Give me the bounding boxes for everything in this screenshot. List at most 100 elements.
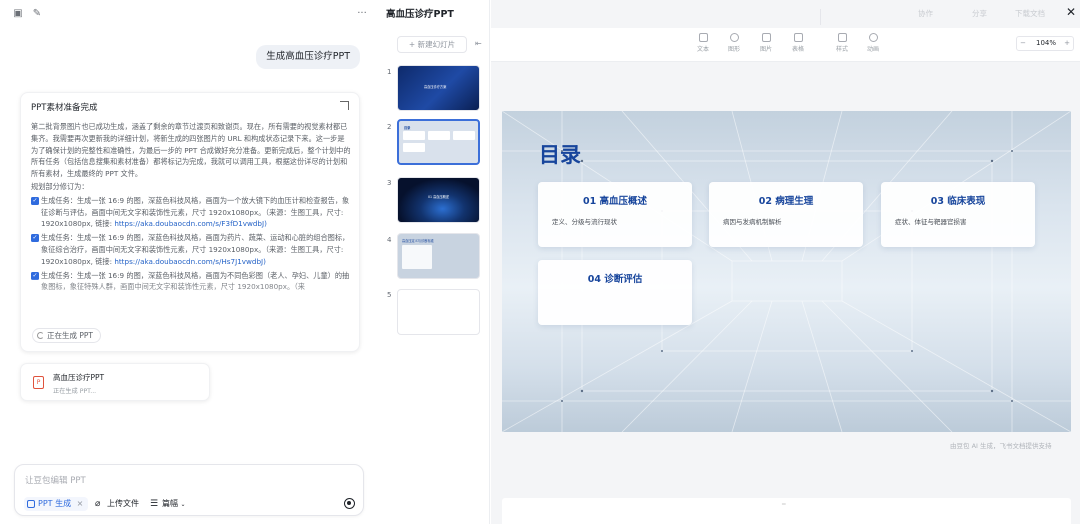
slide-number: 1 bbox=[387, 68, 392, 76]
toolbar-text-button[interactable]: 文本 bbox=[688, 31, 718, 53]
toolbar-label: 图片 bbox=[759, 46, 772, 53]
plan-label: 规划部分修订为： bbox=[31, 181, 89, 191]
toc-card-title: 03 临床表现 bbox=[930, 196, 986, 207]
thumb-title: 目录 bbox=[404, 126, 411, 130]
toolbar-label: 样式 bbox=[835, 46, 848, 53]
editor-toolbar: 文本 图形 图片 表格 样式 动画 bbox=[491, 28, 1080, 62]
shape-icon bbox=[729, 33, 739, 42]
toolbar-table-button[interactable]: 表格 bbox=[783, 31, 813, 53]
toolbar-divider bbox=[820, 9, 821, 25]
toc-card-title: 01 高血压概述 bbox=[582, 196, 648, 207]
more-icon[interactable]: ··· bbox=[356, 8, 368, 20]
next-slide-canvas[interactable]: ═ bbox=[502, 498, 1071, 524]
slide-thumbnail-2[interactable]: 目录 bbox=[397, 119, 480, 165]
thumb-title: 01 高血压概述 bbox=[428, 195, 450, 199]
new-chat-icon[interactable]: ✎ bbox=[31, 8, 43, 20]
status-card: PPT素材准备完成 第二批背景图片也已成功生成，涵盖了剩余的章节过渡页和致谢页。… bbox=[20, 92, 360, 352]
slide-thumbnail-3[interactable]: 01 高血压概述 bbox=[397, 177, 480, 223]
task-link[interactable]: https://aka.doubaocdn.com/s/F3fD1vwdbJ) bbox=[114, 219, 267, 228]
zoom-out-button[interactable]: − bbox=[1017, 37, 1029, 50]
zoom-level[interactable]: 104% bbox=[1031, 37, 1061, 50]
slide-heading[interactable]: 目录 bbox=[539, 139, 581, 169]
spinner-icon bbox=[37, 332, 44, 339]
slide-thumbnail-5[interactable] bbox=[397, 289, 480, 335]
document-title: 高血压诊疗PPT bbox=[386, 9, 454, 20]
toc-card-title: 02 病理生理 bbox=[758, 196, 814, 207]
toolbar-label: 表格 bbox=[791, 46, 804, 53]
slide-canvas[interactable]: 目录 01 高血压概述 定义、分级与流行现状 02 病理生理 病因与发病机制解析… bbox=[502, 111, 1071, 432]
sidebar-toggle-icon[interactable]: ▣ bbox=[12, 8, 24, 20]
toolbar-shape-button[interactable]: 图形 bbox=[719, 31, 749, 53]
slide-thumbnail-4[interactable]: 高血压定义与诊断标准 bbox=[397, 233, 480, 279]
toc-card-desc: 症状、体征与靶器官损害 bbox=[895, 218, 967, 226]
task-item: ✓ 生成任务：生成一张 16:9 的图，深蓝色科技风格，画面为一个放大镜下的血压… bbox=[31, 195, 351, 230]
thumb-card bbox=[403, 131, 425, 140]
length-dropdown[interactable]: ☰ 篇幅 ⌄ bbox=[150, 497, 186, 511]
paperclip-icon: ⌀ bbox=[95, 499, 101, 509]
drag-handle-icon[interactable]: ═ bbox=[782, 501, 786, 508]
slide-number: 3 bbox=[387, 179, 392, 187]
chat-input[interactable]: 让豆包编辑 PPT bbox=[25, 474, 86, 486]
toc-card-desc: 定义、分级与流行现状 bbox=[552, 218, 617, 226]
slide-number: 5 bbox=[387, 291, 392, 299]
layout-icon: ☰ bbox=[150, 499, 159, 509]
file-name: 高血压诊疗PPT bbox=[53, 373, 105, 382]
task-item: ✓ 生成任务：生成一张 16:9 的图，深蓝色科技风格，画面为药片、蔬菜、运动和… bbox=[31, 232, 351, 267]
chat-panel: ▣ ✎ ··· 生成高血压诊疗PPT PPT素材准备完成 第二批背景图片也已成功… bbox=[0, 0, 378, 524]
toolbar-label: 图形 bbox=[727, 46, 740, 53]
chat-input-box[interactable]: 让豆包编辑 PPT PPT 生成 × ⌀ 上传文件 ☰ 篇幅 ⌄ bbox=[14, 464, 364, 516]
toc-card[interactable]: 01 高血压概述 定义、分级与流行现状 bbox=[538, 182, 692, 247]
expand-icon[interactable] bbox=[340, 101, 349, 110]
chevron-down-icon: ⌄ bbox=[180, 501, 186, 508]
image-icon bbox=[761, 33, 771, 42]
ppt-file-icon: P bbox=[33, 376, 44, 389]
slide-thumbnail-1[interactable]: 高血压诊疗方案 bbox=[397, 65, 480, 111]
collapse-panel-icon[interactable]: ⇤ bbox=[475, 39, 482, 48]
file-status: 正在生成 PPT... bbox=[53, 388, 97, 395]
thumb-card bbox=[453, 131, 475, 140]
ppt-icon bbox=[27, 500, 35, 508]
slide-number: 2 bbox=[387, 123, 392, 131]
animation-icon bbox=[868, 33, 878, 42]
toolbar-animation-button[interactable]: 动画 bbox=[858, 31, 888, 53]
toc-card[interactable]: 04 诊断评估 bbox=[538, 260, 692, 325]
toolbar-image-button[interactable]: 图片 bbox=[751, 31, 781, 53]
chip-close-icon[interactable]: × bbox=[77, 499, 84, 508]
close-icon[interactable]: ✕ bbox=[1066, 5, 1076, 19]
upload-label: 上传文件 bbox=[107, 499, 139, 508]
generating-status[interactable]: 正在生成 PPT bbox=[32, 328, 102, 343]
status-card-body: 第二批背景图片也已成功生成，涵盖了剩余的章节过渡页和致谢页。现在，所有需要的视觉… bbox=[31, 121, 351, 293]
toolbar-label: 文本 bbox=[696, 46, 709, 53]
toc-card-title: 04 诊断评估 bbox=[587, 274, 643, 285]
thumb-title: 高血压诊疗方案 bbox=[424, 85, 447, 89]
download-button[interactable]: 下载文档 bbox=[1015, 8, 1045, 19]
status-paragraph: 第二批背景图片也已成功生成，涵盖了剩余的章节过渡页和致谢页。现在，所有需要的视觉… bbox=[31, 122, 351, 179]
toc-card[interactable]: 02 病理生理 病因与发病机制解析 bbox=[709, 182, 863, 247]
share-button[interactable]: 分享 bbox=[972, 8, 987, 19]
thumb-card bbox=[428, 131, 450, 140]
toc-card-desc: 病因与发病机制解析 bbox=[723, 218, 782, 226]
status-card-title: PPT素材准备完成 bbox=[31, 103, 98, 113]
checkbox-checked-icon: ✓ bbox=[31, 196, 39, 205]
toolbar-style-button[interactable]: 样式 bbox=[827, 31, 857, 53]
generating-label: 正在生成 PPT bbox=[47, 331, 94, 340]
send-button[interactable] bbox=[344, 498, 355, 509]
thumb-card bbox=[402, 245, 432, 269]
new-slide-button[interactable]: + 新建幻灯片 bbox=[397, 36, 467, 53]
ai-footnote: 由豆包 AI 生成，飞书文档提供支持 bbox=[950, 442, 1052, 450]
task-link[interactable]: https://aka.doubaocdn.com/s/Hs7J1vwdbJ) bbox=[114, 257, 266, 266]
style-icon bbox=[837, 33, 847, 42]
upload-file-button[interactable]: ⌀ 上传文件 bbox=[95, 497, 139, 511]
ppt-mode-chip[interactable]: PPT 生成 × bbox=[24, 497, 89, 511]
toolbar-label: 动画 bbox=[866, 46, 879, 53]
collab-button[interactable]: 协作 bbox=[918, 8, 933, 19]
user-message: 生成高血压诊疗PPT bbox=[256, 45, 360, 69]
zoom-control: − 104% + bbox=[1016, 36, 1074, 51]
zoom-in-button[interactable]: + bbox=[1061, 37, 1073, 50]
ppt-file-card[interactable]: P 高血压诊疗PPT 正在生成 PPT... bbox=[20, 363, 210, 401]
toc-card[interactable]: 03 临床表现 症状、体征与靶器官损害 bbox=[881, 182, 1035, 247]
ppt-chip-label: PPT 生成 bbox=[38, 499, 72, 508]
checkbox-checked-icon: ✓ bbox=[31, 234, 39, 243]
text-icon bbox=[698, 33, 708, 42]
slide-number: 4 bbox=[387, 236, 392, 244]
